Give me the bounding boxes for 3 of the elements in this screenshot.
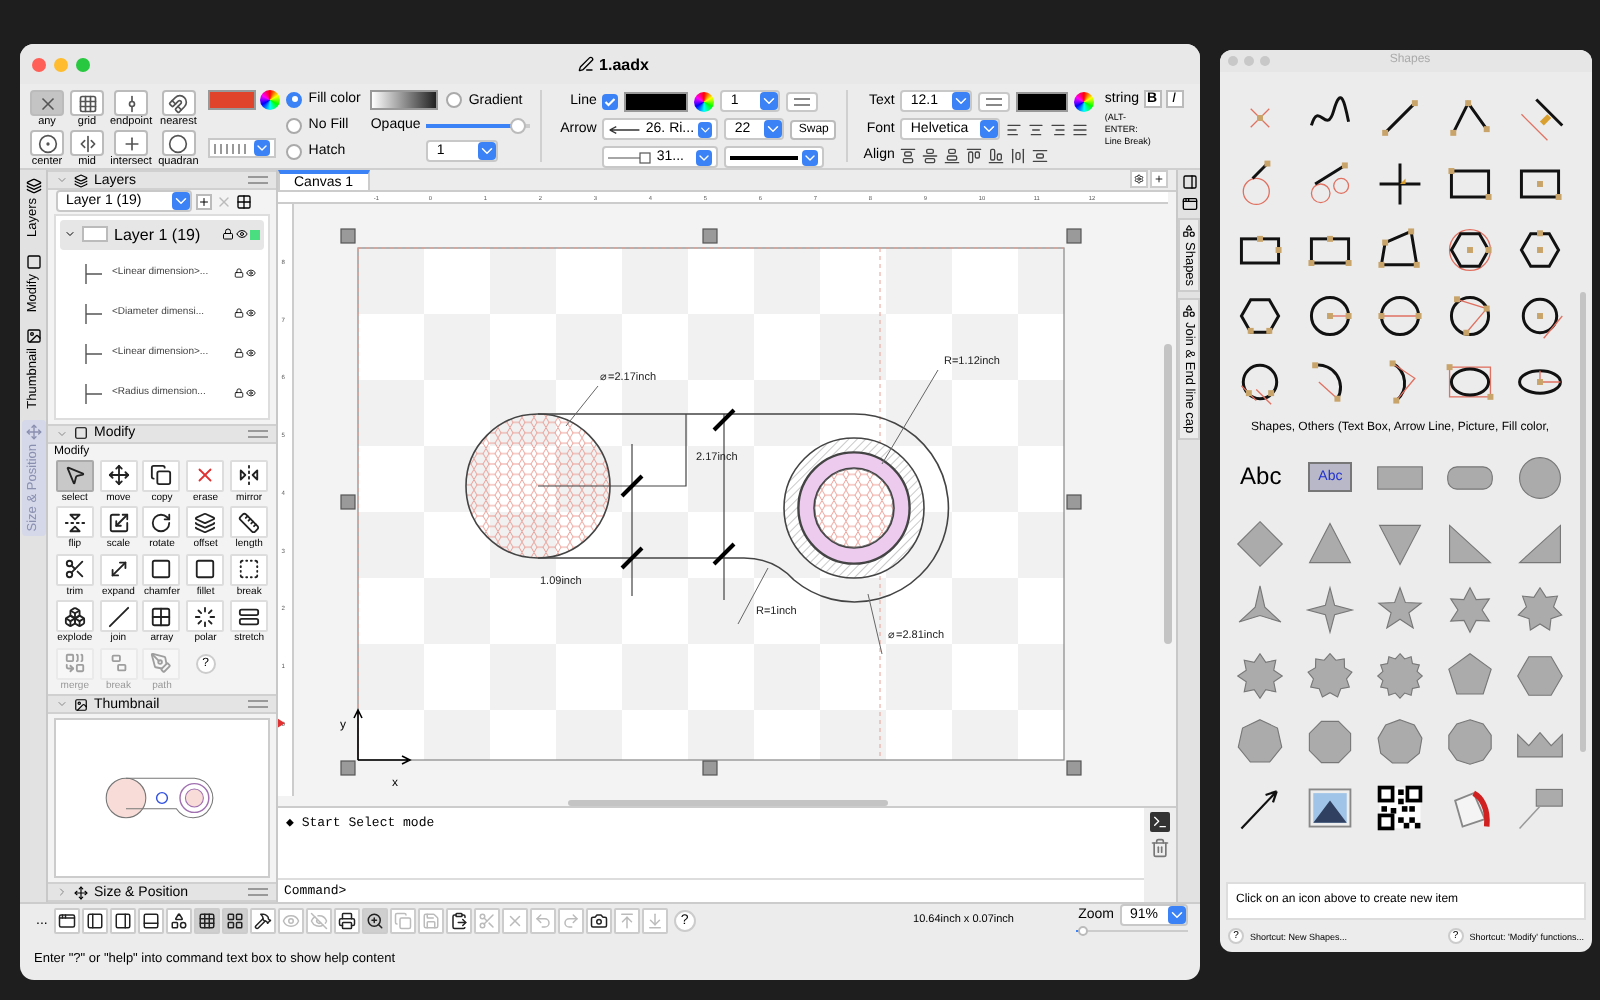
window-title: 1.aadx [599,55,649,73]
text-box-item[interactable]: Abc [1240,468,1282,486]
layer-row[interactable]: Layer 1 (19) [60,219,264,250]
